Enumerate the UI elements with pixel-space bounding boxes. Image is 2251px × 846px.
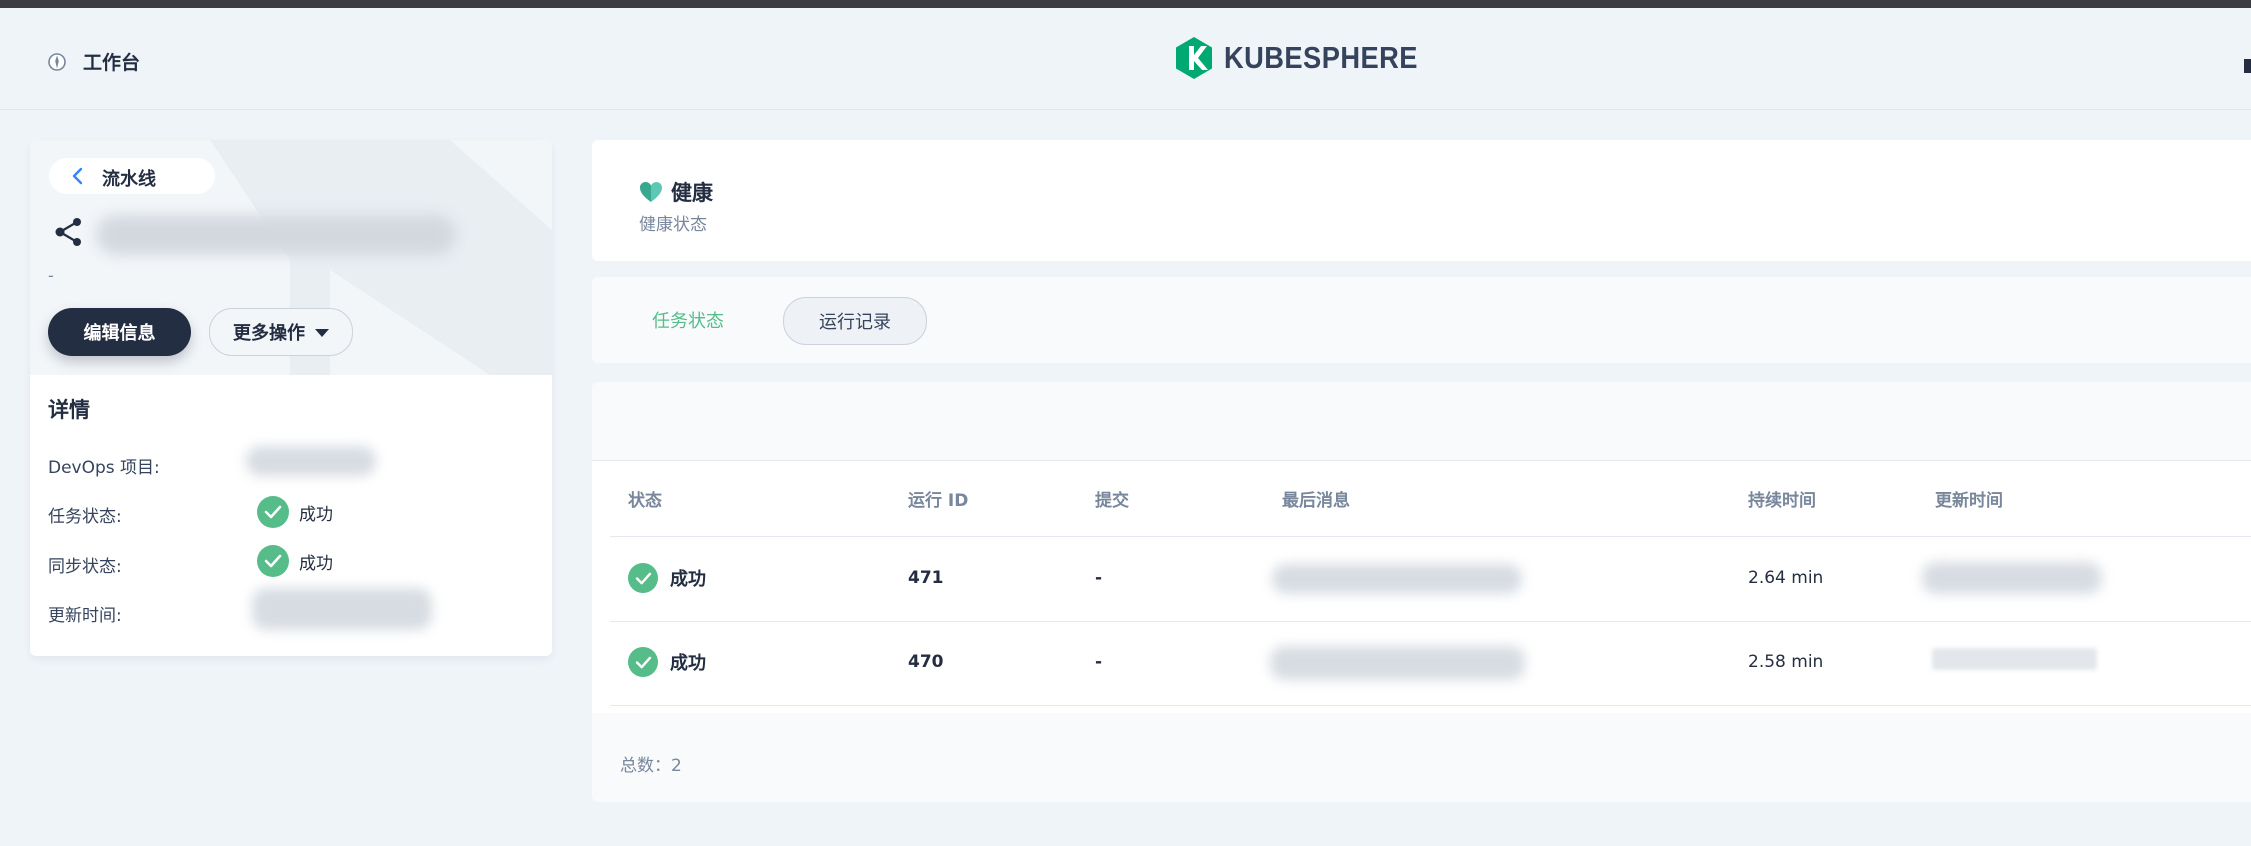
- success-check-icon: [257, 496, 289, 528]
- chevron-left-icon: [72, 167, 83, 185]
- row-status-text: 成功: [670, 653, 706, 674]
- detail-label-devops-project: DevOps 项目:: [48, 458, 160, 478]
- detail-label-task-status: 任务状态:: [48, 507, 122, 527]
- user-menu-edge[interactable]: [2244, 59, 2251, 73]
- workbench-link[interactable]: 工作台: [47, 48, 140, 75]
- devops-project-value-redacted: [246, 446, 376, 476]
- row-divider: [610, 621, 2251, 622]
- details-heading: 详情: [48, 398, 90, 422]
- detail-label-update-time: 更新时间:: [48, 606, 122, 626]
- success-check-icon: [257, 545, 289, 577]
- table-row-status[interactable]: 成功: [628, 563, 706, 593]
- row-run-id[interactable]: 471: [908, 568, 944, 588]
- more-actions-button[interactable]: 更多操作: [209, 308, 353, 356]
- kubesphere-logo-icon: [1176, 37, 1212, 79]
- pipeline-description: -: [48, 266, 54, 285]
- update-time-value-redacted: [252, 588, 432, 630]
- sync-status-text: 成功: [299, 553, 333, 574]
- tab-run-records[interactable]: 运行记录: [783, 297, 927, 345]
- workbench-label: 工作台: [83, 52, 141, 74]
- row-commit: -: [1095, 568, 1103, 588]
- health-title: 健康: [671, 181, 713, 205]
- edit-info-button[interactable]: 编辑信息: [48, 308, 191, 356]
- table-total-count: 总数：2: [620, 756, 682, 776]
- row-duration: 2.58 min: [1748, 652, 1824, 672]
- more-actions-label: 更多操作: [233, 323, 305, 344]
- health-card: 健康 健康状态: [592, 140, 2251, 261]
- column-header-commit[interactable]: 提交: [1095, 486, 1129, 511]
- column-header-status[interactable]: 状态: [628, 486, 662, 511]
- caret-down-icon: [315, 329, 329, 337]
- column-header-updated-time[interactable]: 更新时间: [1935, 486, 2003, 511]
- detail-label-sync-status: 同步状态:: [48, 557, 122, 577]
- row-message-redacted: [1270, 646, 1525, 680]
- column-header-duration[interactable]: 持续时间: [1748, 486, 1816, 511]
- row-updated-redacted: [1922, 562, 2102, 594]
- sync-status-value: 成功: [257, 545, 333, 577]
- health-heading: 健康: [639, 177, 713, 207]
- back-label: 流水线: [102, 169, 156, 190]
- row-divider: [610, 705, 2251, 706]
- top-header: 工作台 KUBESPHERE: [0, 8, 2251, 110]
- tab-task-status[interactable]: 任务状态: [633, 297, 743, 343]
- pipeline-info-card: 流水线 - 编辑信息 更多操作 详情 DevOps 项目: 任务状态: 成功 同…: [30, 140, 552, 656]
- row-run-id[interactable]: 470: [908, 652, 944, 672]
- globe-icon: [48, 52, 66, 71]
- pipeline-name-redacted: [96, 215, 456, 255]
- row-status-text: 成功: [670, 569, 706, 590]
- table-row-status[interactable]: 成功: [628, 647, 706, 677]
- row-duration: 2.64 min: [1748, 568, 1824, 588]
- window-top-strip: [0, 0, 2251, 8]
- pipeline-header-area: 流水线 - 编辑信息 更多操作: [30, 140, 552, 375]
- back-to-pipelines-button[interactable]: 流水线: [49, 158, 215, 194]
- column-header-last-message[interactable]: 最后消息: [1282, 486, 1350, 511]
- row-commit: -: [1095, 652, 1103, 672]
- success-check-icon: [628, 647, 658, 677]
- kubesphere-logo[interactable]: KUBESPHERE: [1174, 36, 1444, 80]
- task-status-value: 成功: [257, 496, 333, 528]
- success-check-icon: [628, 563, 658, 593]
- logo-text: KUBESPHERE: [1224, 40, 1418, 75]
- row-message-redacted: [1272, 564, 1522, 594]
- column-header-run-id[interactable]: 运行 ID: [908, 486, 968, 511]
- table-toolbar: [592, 382, 2251, 461]
- header-divider: [610, 536, 2251, 537]
- health-subtitle: 健康状态: [639, 215, 707, 235]
- tabs-bar: 任务状态 运行记录: [592, 277, 2251, 363]
- heart-icon: [640, 182, 662, 202]
- run-records-table: 状态 运行 ID 提交 最后消息 持续时间 更新时间 成功 471 - 2.64…: [592, 382, 2251, 802]
- row-updated-redacted: [1932, 648, 2097, 670]
- task-status-text: 成功: [299, 504, 333, 525]
- pipeline-icon: [55, 218, 81, 246]
